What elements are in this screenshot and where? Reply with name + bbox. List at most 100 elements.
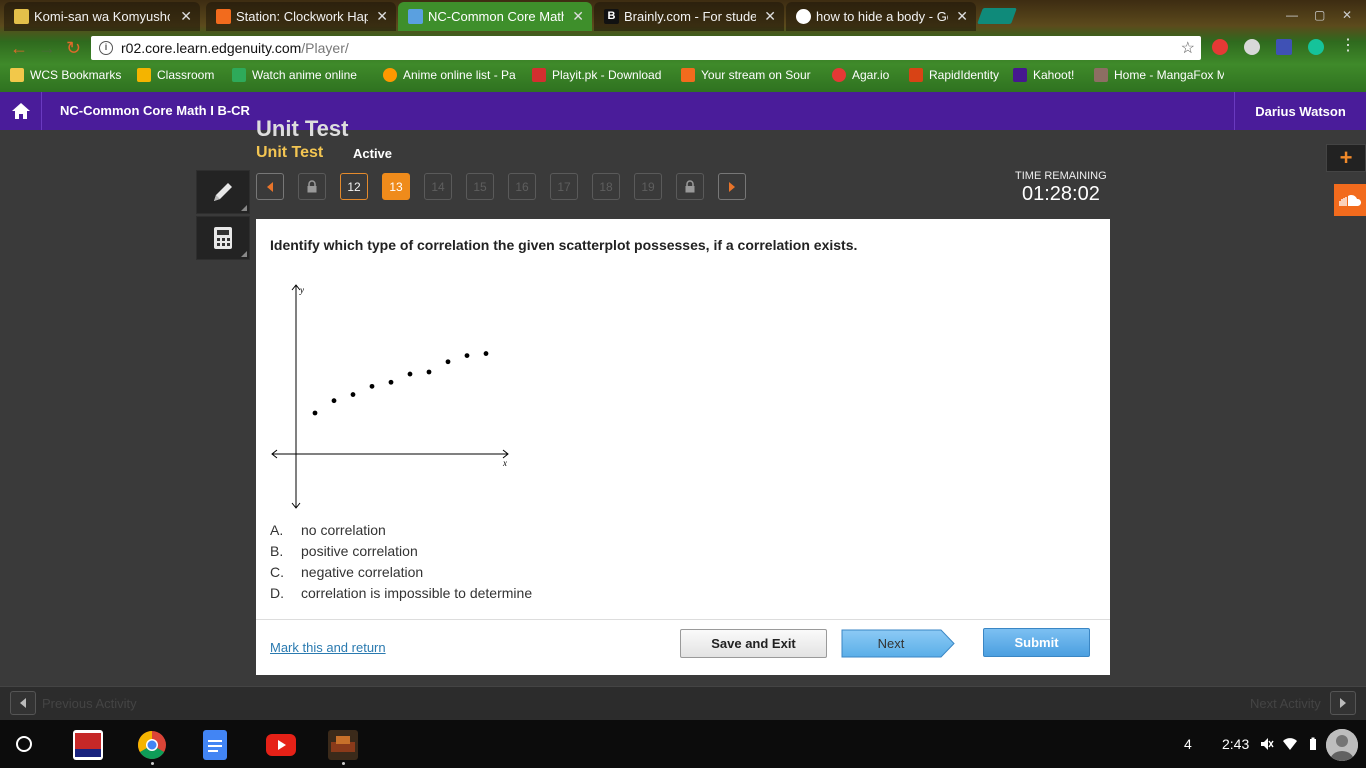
rapididentity-icon (909, 68, 923, 82)
next-question-button[interactable] (718, 173, 746, 200)
pencil-icon (214, 183, 232, 201)
mark-and-return-link[interactable]: Mark this and return (270, 640, 386, 655)
youtube-app-icon[interactable] (266, 734, 296, 756)
answer-text: correlation is impossible to determine (301, 584, 533, 601)
user-avatar[interactable] (1326, 729, 1358, 761)
bookmark-9[interactable]: Home - MangaFox M (1094, 66, 1224, 84)
browser-tab-3[interactable]: B Brainly.com - For studen ✕ (594, 2, 784, 31)
add-panel-button[interactable]: + (1326, 144, 1366, 172)
launcher-icon[interactable] (16, 736, 32, 752)
home-button[interactable] (0, 92, 42, 130)
pencil-tool-button[interactable] (196, 170, 250, 214)
nc-test-logo-icon (75, 733, 101, 757)
answer-text: positive correlation (301, 542, 418, 559)
bookmark-0[interactable]: WCS Bookmarks (10, 66, 130, 84)
tab-close-icon[interactable]: ✕ (764, 8, 776, 25)
tab-close-icon[interactable]: ✕ (376, 8, 388, 25)
extension-grammarly-icon[interactable] (1308, 39, 1324, 55)
extension-book-icon[interactable] (1276, 39, 1292, 55)
browser-tab-1[interactable]: Station: Clockwork Happ ✕ (206, 2, 396, 31)
submit-button[interactable]: Submit (983, 628, 1090, 657)
home-icon (11, 103, 30, 119)
save-and-exit-button[interactable]: Save and Exit (680, 629, 827, 658)
docs-app-icon[interactable] (203, 730, 227, 760)
previous-question-button[interactable] (256, 173, 284, 200)
bookmark-star-icon[interactable]: ☆ (1181, 38, 1195, 58)
game-app-icon[interactable] (328, 730, 358, 760)
back-icon[interactable]: ← (10, 38, 28, 59)
calculator-icon (214, 227, 232, 249)
wifi-icon[interactable] (1283, 737, 1297, 751)
answer-text: no correlation (301, 521, 386, 538)
tab-title: Brainly.com - For studen (624, 9, 756, 24)
url-path: /Player/ (301, 40, 349, 56)
answer-option-d[interactable]: D. correlation is impossible to determin… (270, 582, 532, 603)
tab-close-icon[interactable]: ✕ (572, 8, 584, 25)
previous-activity-button[interactable] (10, 691, 36, 715)
mute-icon[interactable] (1260, 737, 1274, 751)
activity-bar: Previous Activity Next Activity (0, 686, 1366, 720)
chrome-icon (138, 731, 166, 759)
close-window-icon[interactable]: ✕ (1342, 8, 1352, 22)
answer-letter: A. (270, 521, 284, 538)
reload-icon[interactable]: ↻ (66, 38, 81, 59)
next-button[interactable]: Next (841, 629, 955, 658)
site-info-icon[interactable]: i (99, 41, 113, 55)
answer-option-c[interactable]: C. negative correlation (270, 561, 532, 582)
data-point-9 (464, 353, 470, 358)
browser-tab-4[interactable]: how to hide a body - Go ✕ (786, 2, 976, 31)
soundcloud-panel-button[interactable] (1334, 184, 1366, 216)
arrow-left-icon (20, 698, 26, 708)
tab-close-icon[interactable]: ✕ (956, 8, 968, 25)
answer-option-a[interactable]: A. no correlation (270, 519, 532, 540)
data-point-2 (331, 398, 337, 404)
arrow-left-icon (267, 181, 273, 192)
user-name[interactable]: Darius Watson (1234, 92, 1366, 130)
browser-tab-2[interactable]: NC-Common Core Math ✕ (398, 2, 592, 31)
agario-icon (832, 68, 846, 82)
data-point-1 (312, 410, 318, 416)
next-activity-button[interactable] (1330, 691, 1356, 715)
extension-clock-icon[interactable] (1244, 39, 1260, 55)
forward-icon[interactable]: → (38, 38, 56, 59)
bookmark-4[interactable]: Playit.pk - Download (532, 66, 668, 84)
classroom-icon (137, 68, 151, 82)
bookmark-8[interactable]: Kahoot! (1013, 66, 1085, 84)
system-clock[interactable]: 2:43 (1222, 736, 1249, 752)
nc-test-app-icon[interactable] (73, 730, 103, 760)
bookmark-1[interactable]: Classroom (137, 66, 223, 84)
bookmark-6[interactable]: Agar.io (832, 66, 900, 84)
browser-tab-0[interactable]: Komi-san wa Komyusho ✕ (4, 2, 200, 31)
answer-option-b[interactable]: B. positive correlation (270, 540, 532, 561)
maximize-icon[interactable]: ▢ (1314, 8, 1325, 22)
unit-title: Unit Test (256, 144, 324, 161)
url-host: r02.core.learn.edgenuity.com (121, 40, 302, 56)
question-13-button[interactable]: 13 (382, 173, 410, 200)
bookmark-3[interactable]: Anime online list - Pa (383, 66, 521, 84)
new-tab-button[interactable] (977, 8, 1017, 24)
calculator-tool-button[interactable] (196, 216, 250, 260)
question-card: Identify which type of correlation the g… (256, 219, 1110, 675)
locked-questions-left (298, 173, 326, 200)
question-text: Identify which type of correlation the g… (270, 237, 858, 253)
tab-close-icon[interactable]: ✕ (180, 8, 192, 25)
extension-play-icon[interactable] (1212, 39, 1228, 55)
data-point-4 (369, 383, 375, 389)
chrome-app-icon[interactable] (137, 730, 167, 760)
docs-icon (208, 740, 222, 752)
arrow-right-icon (1340, 698, 1346, 708)
tab-title: Komi-san wa Komyusho (34, 9, 170, 24)
notification-count[interactable]: 4 (1184, 736, 1192, 752)
battery-icon[interactable] (1306, 737, 1320, 751)
time-remaining-value: 01:28:02 (1022, 183, 1100, 205)
main-area: Unit Test Unit Test Active 12 13 14 15 1… (0, 116, 1366, 686)
minimize-icon[interactable]: — (1286, 8, 1298, 22)
bookmark-5[interactable]: Your stream on Sour (681, 66, 819, 84)
menu-dots-icon[interactable]: ⋮ (1340, 38, 1356, 55)
question-12-button[interactable]: 12 (340, 173, 368, 200)
address-bar[interactable]: i r02.core.learn.edgenuity.com/Player/ ☆ (91, 36, 1201, 60)
bookmark-2[interactable]: Watch anime online (232, 66, 370, 84)
data-point-8 (445, 359, 451, 365)
bookmark-7[interactable]: RapidIdentity (909, 66, 1005, 84)
unit-heading-scrolled: Unit Test (256, 116, 349, 141)
